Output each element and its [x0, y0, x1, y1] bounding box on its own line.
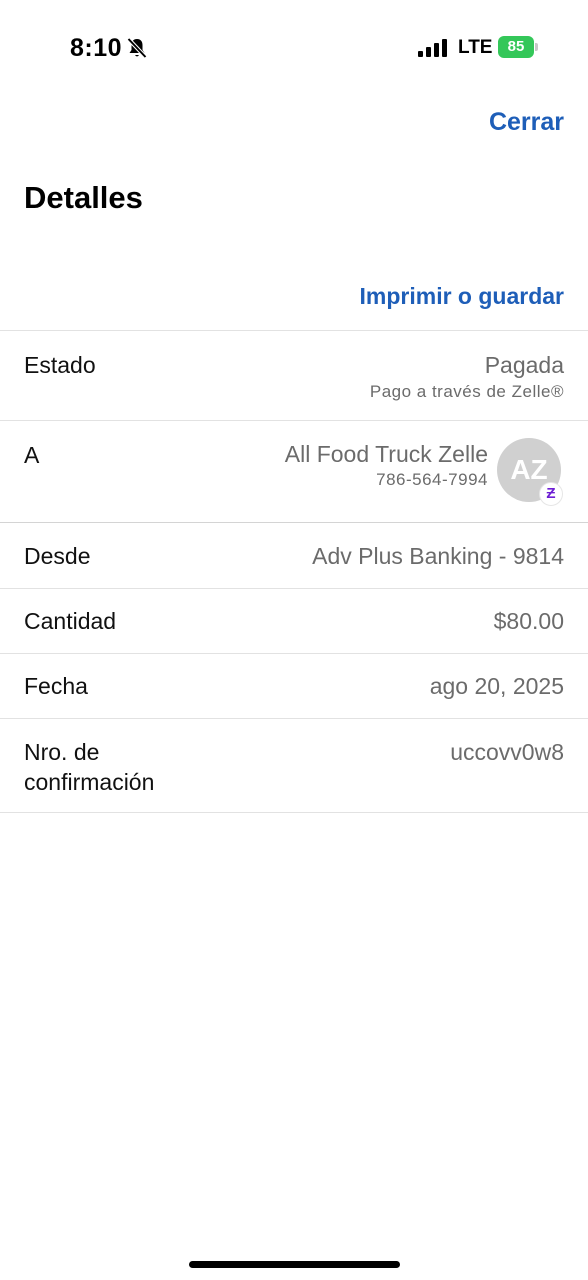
- battery-charging-icon: 85: [498, 36, 538, 58]
- recipient-name: All Food Truck Zelle: [284, 441, 488, 467]
- battery-cap: [535, 43, 538, 51]
- status-time: 8:10: [70, 34, 123, 62]
- confirmacion-value: uccovv0w8: [450, 739, 564, 765]
- battery-level: 85: [498, 36, 534, 58]
- estado-label: Estado: [24, 352, 96, 378]
- detail-row-fecha: Fecha ago 20, 2025: [0, 653, 588, 718]
- status-bar: 8:10 LTE 85: [0, 0, 588, 96]
- detail-row-estado: Estado Pagada Pago a través de Zelle®: [0, 330, 588, 421]
- print-or-save-button[interactable]: Imprimir o guardar: [360, 283, 564, 310]
- zelle-icon: Ƶ: [539, 482, 563, 506]
- confirmacion-label-line2: confirmación: [24, 769, 155, 795]
- desde-label: Desde: [24, 543, 91, 569]
- cantidad-label: Cantidad: [24, 608, 117, 634]
- detail-row-desde: Desde Adv Plus Banking - 9814: [0, 522, 588, 588]
- cellular-signal-icon: [418, 39, 447, 57]
- estado-sub: Pago a través de Zelle®: [369, 382, 564, 401]
- estado-value: Pagada: [484, 352, 564, 378]
- detail-row-cantidad: Cantidad $80.00: [0, 588, 588, 653]
- fecha-value: ago 20, 2025: [429, 673, 564, 699]
- home-indicator[interactable]: [189, 1261, 400, 1268]
- page-title: Detalles: [24, 180, 143, 215]
- detail-row-recipient[interactable]: A All Food Truck Zelle 786-564-7994 AZ Ƶ: [0, 420, 588, 522]
- recipient-label: A: [24, 442, 40, 468]
- network-type: LTE: [458, 37, 493, 58]
- recipient-phone: 786-564-7994: [376, 470, 488, 489]
- confirmacion-label-line1: Nro. de: [24, 739, 100, 765]
- close-button[interactable]: Cerrar: [489, 108, 564, 137]
- detail-row-confirmacion: Nro. de confirmación uccovv0w8: [0, 718, 588, 813]
- desde-value: Adv Plus Banking - 9814: [312, 543, 564, 569]
- bell-slash-icon: [127, 37, 147, 59]
- cantidad-value: $80.00: [493, 608, 564, 634]
- fecha-label: Fecha: [24, 673, 88, 699]
